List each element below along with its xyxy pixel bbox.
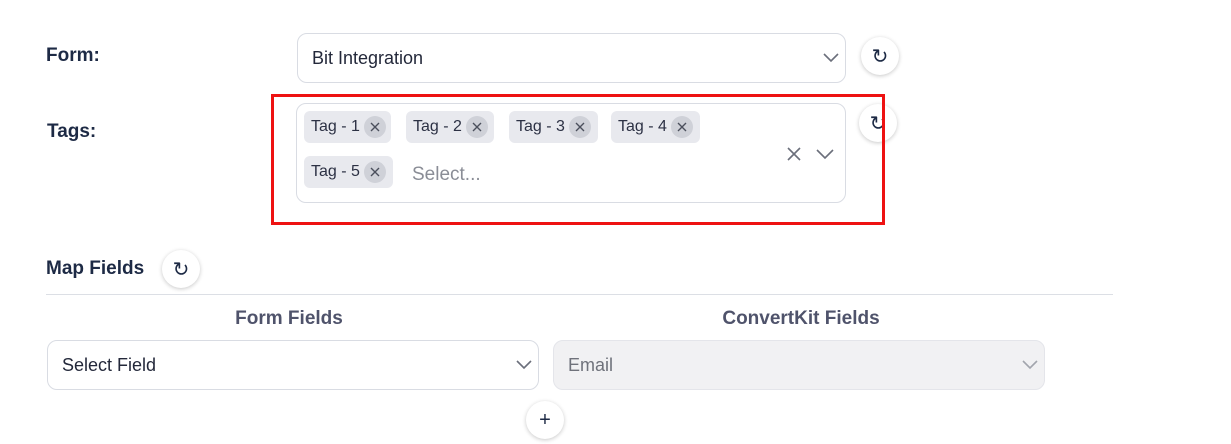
- tags-label: Tags:: [47, 121, 97, 142]
- convertkit-field-select[interactable]: Email: [553, 340, 1045, 390]
- form-field-select[interactable]: Select Field: [47, 340, 539, 390]
- form-select[interactable]: Bit Integration: [297, 33, 846, 83]
- form-fields-header: Form Fields: [235, 308, 343, 329]
- plus-icon: +: [539, 408, 551, 431]
- refresh-icon: ↻: [871, 45, 889, 68]
- map-fields-refresh-button[interactable]: ↻: [162, 250, 200, 288]
- form-field-select-value: Select Field: [62, 354, 157, 375]
- form-refresh-button[interactable]: ↻: [861, 37, 899, 75]
- divider: [46, 294, 1113, 295]
- convertkit-field-select-value: Email: [568, 354, 614, 375]
- form-label: Form:: [46, 45, 100, 66]
- chevron-down-icon: [516, 360, 532, 372]
- convertkit-fields-header: ConvertKit Fields: [722, 308, 880, 329]
- chevron-down-icon: [1022, 360, 1038, 372]
- form-select-value: Bit Integration: [312, 47, 424, 68]
- highlight-box: [271, 94, 885, 225]
- refresh-icon: ↻: [172, 258, 190, 281]
- chevron-down-icon: [823, 53, 839, 65]
- map-fields-title: Map Fields: [46, 258, 145, 279]
- add-field-button[interactable]: +: [526, 401, 564, 439]
